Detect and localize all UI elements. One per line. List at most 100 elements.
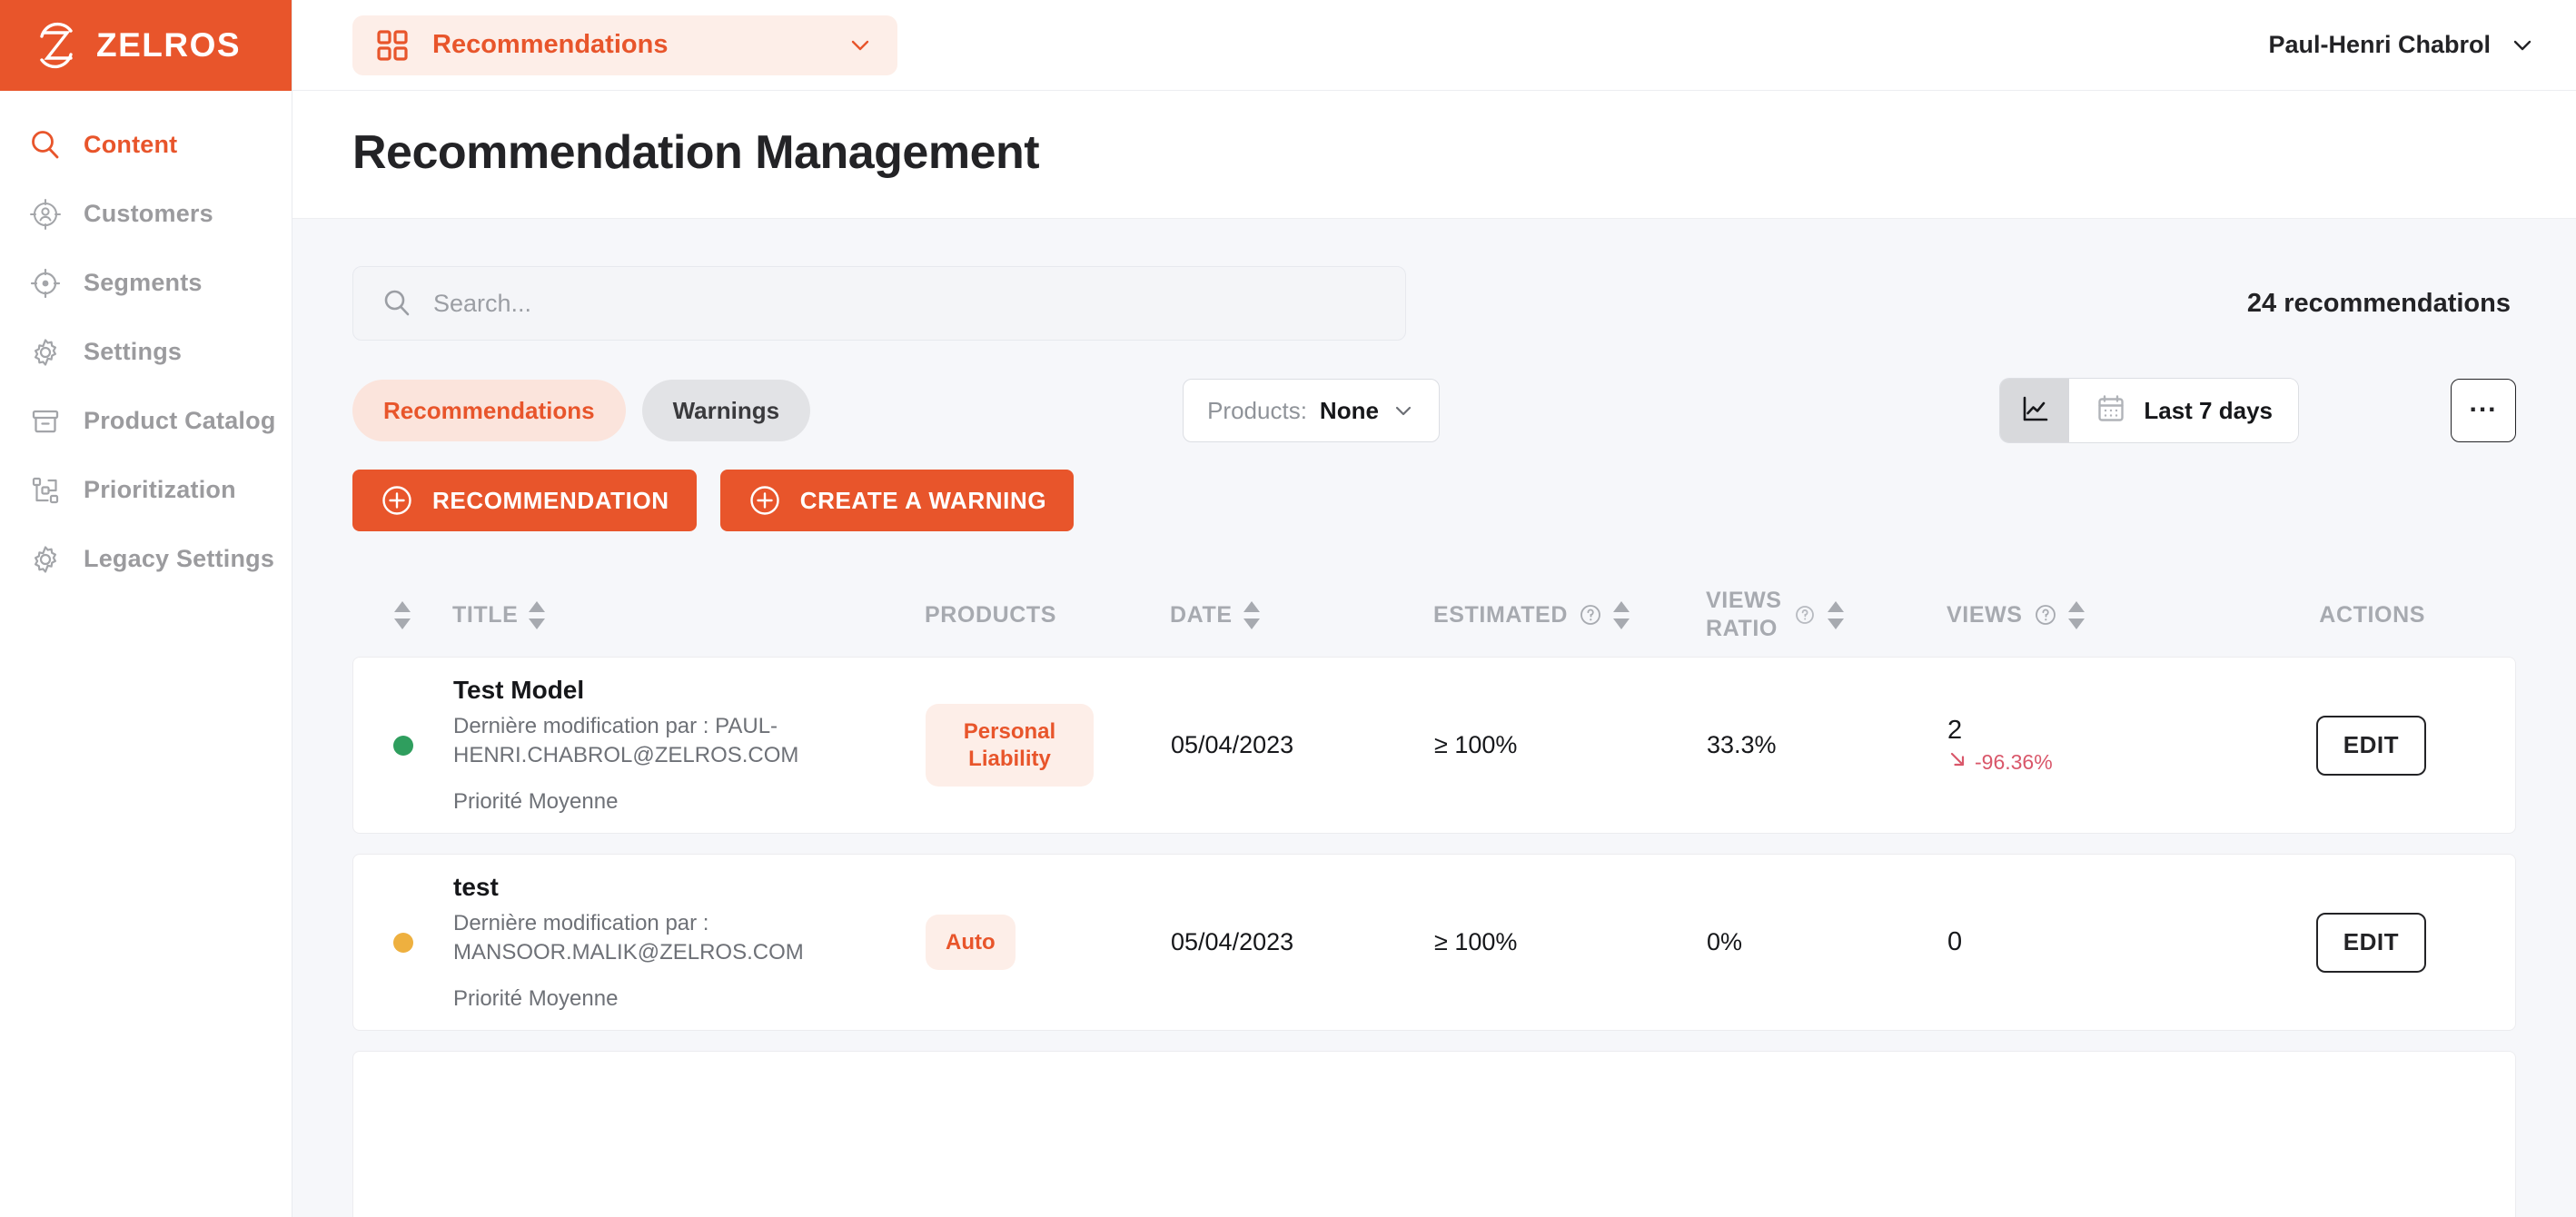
page-title: Recommendation Management (352, 126, 1040, 179)
sidebar-item-label: Content (84, 131, 178, 159)
sort-arrows-icon[interactable] (1827, 600, 1844, 629)
table-row[interactable] (352, 1051, 2516, 1217)
sidebar-item-label: Legacy Settings (84, 545, 275, 573)
table-row[interactable]: Test Model Dernière modification par : P… (352, 657, 2516, 834)
sidebar-item-customers[interactable]: Customers (0, 180, 292, 249)
sort-arrows-icon[interactable] (2067, 600, 2085, 629)
column-header-date-label: DATE (1170, 601, 1233, 628)
row-date: 05/04/2023 (1171, 928, 1294, 955)
grid-icon (376, 29, 409, 62)
sidebar-item-product-catalog[interactable]: Product Catalog (0, 387, 292, 456)
row-products-cell: Personal Liability (926, 704, 1171, 787)
archive-box-icon (27, 403, 64, 440)
column-header-date[interactable]: DATE (1170, 600, 1433, 629)
nodes-icon (27, 472, 64, 509)
views-ratio-line1: VIEWS (1706, 587, 1782, 613)
table-header-row: TITLE PRODUCTS DATE ESTIMATED VIEWS RATI… (352, 573, 2462, 657)
sidebar-item-segments[interactable]: Segments (0, 249, 292, 318)
sort-arrows-icon[interactable] (1613, 600, 1630, 629)
column-header-estimated[interactable]: ESTIMATED (1433, 600, 1706, 629)
user-menu[interactable]: Paul-Henri Chabrol (2268, 31, 2536, 59)
create-recommendation-button[interactable]: RECOMMENDATION (352, 470, 697, 531)
products-filter-label: Products: (1207, 396, 1307, 424)
search-icon (381, 287, 413, 320)
row-title-cell: test Dernière modification par : MANSOOR… (453, 873, 926, 1011)
row-date: 05/04/2023 (1171, 731, 1294, 758)
row-actions-cell: EDIT (2193, 912, 2462, 973)
row-priority: Priorité Moyenne (453, 788, 619, 814)
edit-button[interactable]: EDIT (2315, 912, 2426, 973)
zelros-logo-icon (31, 20, 82, 71)
sort-arrows-icon[interactable] (394, 600, 411, 629)
column-header-estimated-label: ESTIMATED (1433, 601, 1568, 628)
products-filter-select[interactable]: Products: None (1183, 379, 1440, 442)
search-box[interactable] (352, 266, 1406, 341)
sidebar-nav: Content Customers Segments Settings Prod… (0, 91, 292, 594)
target-icon (27, 265, 64, 302)
column-header-views[interactable]: VIEWS (1947, 600, 2192, 629)
chart-view-button[interactable] (2000, 379, 2070, 442)
filter-chip-recommendations[interactable]: Recommendations (352, 380, 626, 441)
row-views-ratio: 33.3% (1707, 731, 1777, 758)
row-priority: Priorité Moyenne (453, 985, 619, 1011)
date-range-button[interactable]: Last 7 days (2069, 379, 2298, 442)
products-filter-value: None (1319, 396, 1379, 424)
sidebar-item-label: Prioritization (84, 476, 236, 504)
app-switcher-label: Recommendations (432, 30, 669, 59)
column-header-actions-label: ACTIONS (2319, 601, 2425, 628)
column-header-status (352, 600, 452, 629)
column-header-views-ratio-label: VIEWS RATIO (1706, 587, 1782, 644)
column-header-title-label: TITLE (452, 601, 519, 628)
status-dot (393, 932, 413, 953)
sidebar-item-content[interactable]: Content (0, 111, 292, 180)
sidebar-item-legacy-settings[interactable]: Legacy Settings (0, 525, 292, 594)
row-subtitle: Dernière modification par : MANSOOR.MALI… (453, 911, 804, 965)
row-actions-cell: EDIT (2193, 715, 2462, 776)
row-estimated: ≥ 100% (1434, 928, 1518, 955)
column-header-title[interactable]: TITLE (452, 600, 925, 629)
question-circle-icon[interactable] (1793, 603, 1817, 627)
brand-name: ZELROS (96, 26, 242, 64)
brand-header[interactable]: ZELROS (0, 0, 292, 91)
product-tag: Auto (926, 914, 1016, 971)
row-products-cell: Auto (926, 914, 1171, 971)
row-title: test (453, 873, 499, 902)
sidebar-item-settings[interactable]: Settings (0, 318, 292, 387)
views-ratio-line2: RATIO (1706, 616, 1778, 641)
create-warning-button[interactable]: CREATE A WARNING (719, 470, 1075, 531)
status-dot (393, 735, 413, 756)
arrow-down-right-icon (1947, 749, 1967, 775)
column-header-views-ratio[interactable]: VIEWS RATIO (1706, 587, 1947, 644)
app-switcher[interactable]: Recommendations (352, 15, 897, 75)
actions-row: RECOMMENDATION CREATE A WARNING (352, 470, 2516, 531)
column-header-actions: ACTIONS (2192, 602, 2462, 628)
sidebar-item-label: Customers (84, 200, 213, 228)
search-input[interactable] (433, 289, 1378, 318)
sidebar-item-label: Segments (84, 269, 203, 297)
search-icon (27, 127, 64, 163)
row-views-cell: 0 (1947, 927, 2193, 957)
row-status (353, 932, 453, 953)
row-views-count: 0 (1947, 927, 1963, 956)
chevron-down-icon (1392, 399, 1415, 422)
row-views-cell: 2 -96.36% (1947, 716, 2193, 775)
sort-arrows-icon[interactable] (529, 600, 546, 629)
create-warning-label: CREATE A WARNING (799, 486, 1047, 514)
table-row[interactable]: test Dernière modification par : MANSOOR… (352, 854, 2516, 1031)
filter-chip-warnings[interactable]: Warnings (641, 380, 811, 441)
question-circle-icon[interactable] (2034, 603, 2057, 627)
row-views-ratio: 0% (1707, 928, 1743, 955)
sort-arrows-icon[interactable] (1243, 600, 1260, 629)
gear-icon (27, 541, 64, 578)
calendar-icon (2095, 392, 2127, 430)
more-options-button[interactable]: ... (2451, 379, 2516, 442)
line-chart-icon (2019, 393, 2050, 429)
sidebar-item-prioritization[interactable]: Prioritization (0, 456, 292, 525)
recommendations-table: TITLE PRODUCTS DATE ESTIMATED VIEWS RATI… (352, 573, 2516, 1217)
edit-button[interactable]: EDIT (2315, 715, 2426, 776)
question-circle-icon[interactable] (1579, 603, 1602, 627)
content-area: 24 recommendations Recommendations Warni… (292, 219, 2576, 1217)
column-header-products: PRODUCTS (925, 602, 1170, 628)
product-tag: Personal Liability (926, 704, 1094, 787)
row-title: Test Model (453, 676, 585, 705)
